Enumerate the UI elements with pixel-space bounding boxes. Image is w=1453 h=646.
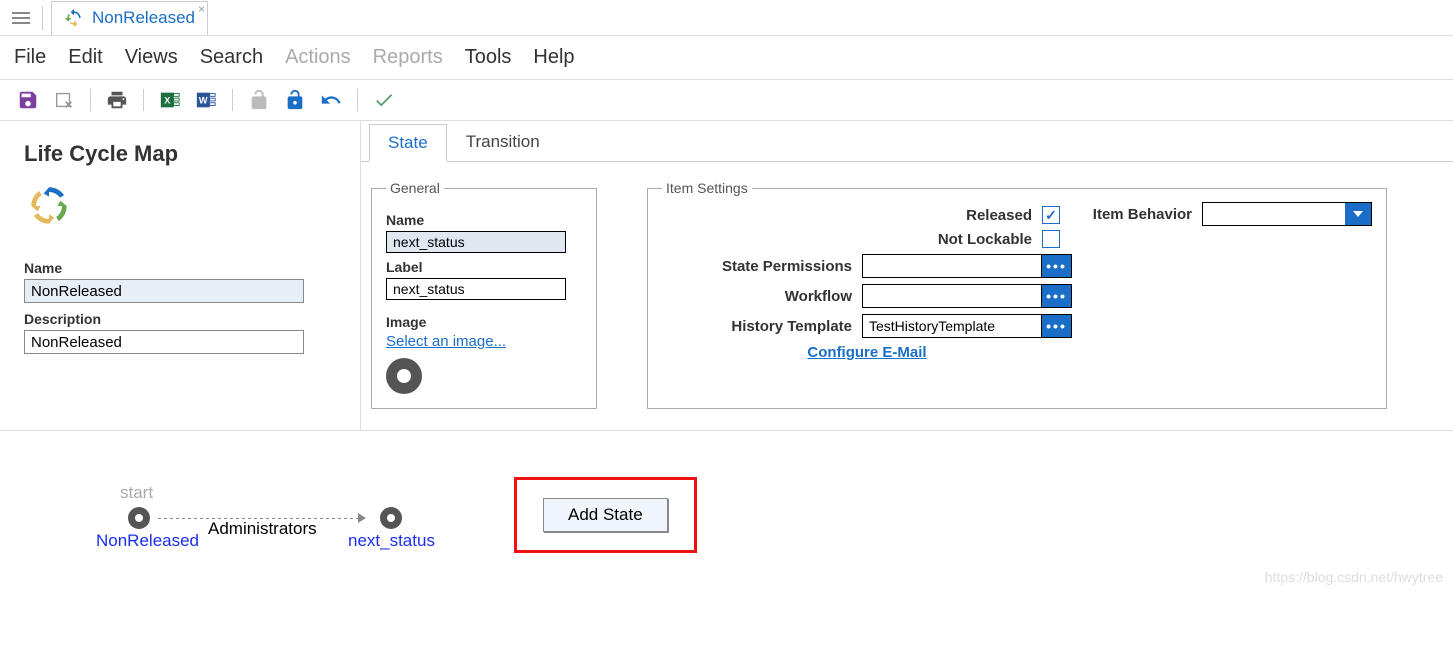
start-label: start (120, 483, 153, 503)
menu-edit[interactable]: Edit (68, 46, 102, 69)
right-panel: State Transition General Name Label Imag… (360, 121, 1453, 430)
delete-icon[interactable] (50, 88, 78, 112)
save-icon[interactable] (14, 88, 42, 112)
watermark: https://blog.csdn.net/hwytree (1265, 569, 1443, 585)
name-field[interactable] (24, 279, 304, 303)
state-node-icon (386, 358, 422, 394)
menu-file[interactable]: File (14, 46, 46, 69)
item-behavior-dropdown[interactable] (1202, 202, 1372, 226)
gen-image-label: Image (386, 314, 582, 330)
item-settings-fieldset: Item Settings Released ✓ Not Lockable St… (647, 180, 1387, 409)
toolbar-divider (232, 89, 233, 111)
svg-text:X: X (164, 96, 171, 106)
gen-label-label: Label (386, 259, 582, 275)
name-label: Name (24, 260, 336, 276)
page-title: Life Cycle Map (24, 141, 336, 167)
state-node-nonreleased[interactable]: NonReleased (128, 507, 150, 533)
history-template-field[interactable] (862, 314, 1042, 338)
description-field[interactable] (24, 330, 304, 354)
menu-bar: File Edit Views Search Actions Reports T… (0, 36, 1453, 80)
add-state-button[interactable]: Add State (543, 498, 668, 532)
history-template-lookup-button[interactable]: ••• (1042, 314, 1072, 338)
chevron-down-icon (1345, 203, 1371, 225)
toolbar-divider (143, 89, 144, 111)
state-permissions-field[interactable] (862, 254, 1042, 278)
word-icon[interactable]: W (192, 88, 220, 112)
divider (42, 6, 43, 30)
state-permissions-lookup-button[interactable]: ••• (1042, 254, 1072, 278)
history-template-label: History Template (731, 318, 852, 335)
toolbar-divider (357, 89, 358, 111)
workflow-label: Workflow (785, 288, 852, 305)
menu-search[interactable]: Search (200, 46, 263, 69)
close-icon[interactable]: × (198, 2, 205, 16)
arrow-head-icon (358, 513, 366, 523)
svg-text:W: W (199, 96, 208, 106)
sub-tabs: State Transition (361, 123, 1453, 162)
released-label: Released (966, 207, 1032, 224)
workflow-lookup-button[interactable]: ••• (1042, 284, 1072, 308)
gen-label-field[interactable] (386, 278, 566, 300)
lifecycle-icon (24, 181, 74, 231)
tab-transition[interactable]: Transition (447, 123, 559, 161)
menu-help[interactable]: Help (533, 46, 574, 69)
left-panel: Life Cycle Map Name Description (0, 121, 360, 430)
cycle-icon (64, 8, 84, 28)
toolbar-divider (90, 89, 91, 111)
configure-email-link[interactable]: Configure E-Mail (662, 344, 1072, 361)
lifecycle-diagram: start NonReleased Administrators next_st… (0, 431, 1453, 591)
not-lockable-checkbox[interactable] (1042, 230, 1060, 248)
print-icon[interactable] (103, 88, 131, 112)
item-settings-legend: Item Settings (662, 180, 752, 196)
main-area: Life Cycle Map Name Description State Tr… (0, 121, 1453, 431)
select-image-link[interactable]: Select an image... (386, 333, 506, 350)
released-checkbox[interactable]: ✓ (1042, 206, 1060, 224)
menu-hamburger-icon[interactable] (8, 8, 34, 28)
node-label: NonReleased (96, 531, 199, 551)
node-label: next_status (348, 531, 435, 551)
tab-title: NonReleased (92, 8, 195, 28)
item-behavior-label: Item Behavior (1093, 206, 1192, 223)
form-area: General Name Label Image Select an image… (361, 162, 1453, 427)
general-fieldset: General Name Label Image Select an image… (371, 180, 597, 409)
menu-actions[interactable]: Actions (285, 46, 351, 69)
menu-views[interactable]: Views (125, 46, 178, 69)
gen-name-field[interactable] (386, 231, 566, 253)
menu-tools[interactable]: Tools (465, 46, 512, 69)
not-lockable-label: Not Lockable (938, 231, 1032, 248)
menu-reports[interactable]: Reports (373, 46, 443, 69)
state-node-next-status[interactable]: next_status (380, 507, 402, 533)
tab-state[interactable]: State (369, 124, 447, 162)
state-permissions-label: State Permissions (722, 258, 852, 275)
tab-bar: NonReleased × (0, 0, 1453, 36)
excel-icon[interactable]: X (156, 88, 184, 112)
general-legend: General (386, 180, 444, 196)
done-icon[interactable] (370, 88, 398, 112)
transition-label: Administrators (208, 519, 317, 539)
lock-open-icon[interactable] (281, 88, 309, 112)
document-tab[interactable]: NonReleased × (51, 1, 208, 35)
gen-name-label: Name (386, 212, 582, 228)
undo-icon[interactable] (317, 88, 345, 112)
workflow-field[interactable] (862, 284, 1042, 308)
unlock-icon[interactable] (245, 88, 273, 112)
toolbar: X W (0, 80, 1453, 121)
add-state-highlight: Add State (514, 477, 697, 553)
description-label: Description (24, 311, 336, 327)
